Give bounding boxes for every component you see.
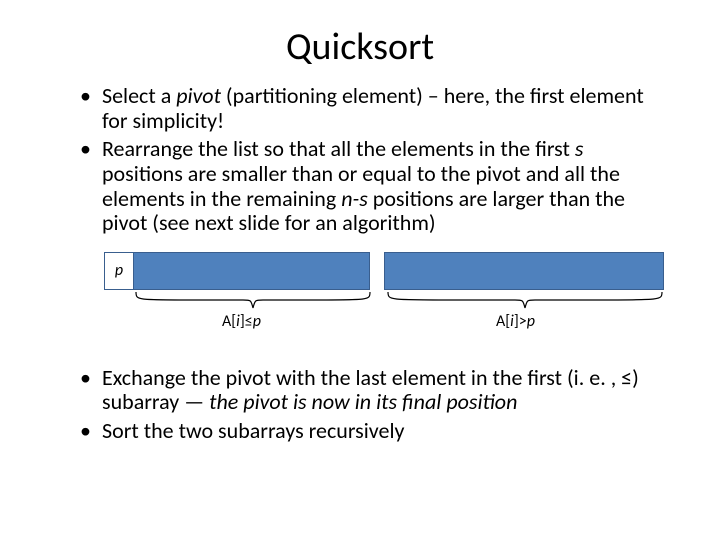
left-label-a: A[ [222, 312, 236, 331]
bullet-1: Select a pivot (partitioning element) – … [80, 84, 662, 133]
right-label-a: A[ [496, 312, 510, 331]
partition-diagram: p A[i]≤p A[i]>p [104, 252, 664, 348]
left-block [134, 252, 370, 290]
bullet-2-s: s [575, 135, 584, 162]
left-label-b: ]≤ [240, 312, 253, 331]
bullet-2-a: Rearrange the list so that all the eleme… [102, 135, 575, 162]
diagram-gap [370, 252, 384, 290]
right-label-p: p [527, 312, 535, 331]
bullet-3: Exchange the pivot with the last element… [80, 366, 662, 415]
bullet-1-pivot: pivot [176, 82, 221, 109]
bullet-list: Select a pivot (partitioning element) – … [48, 84, 672, 236]
bullet-1-pre: Select a [102, 82, 176, 109]
pivot-cell: p [104, 252, 134, 290]
bullet-4: Sort the two subarrays recursively [80, 419, 662, 444]
page-title: Quicksort [48, 24, 672, 70]
left-brace-label: A[i]≤p [222, 312, 261, 331]
left-label-p: p [253, 312, 261, 331]
slide: Quicksort Select a pivot (partitioning e… [0, 0, 720, 540]
diagram-row: p [104, 252, 664, 290]
right-block [384, 252, 664, 290]
right-label-b: ]> [514, 312, 527, 331]
bullet-3-b: the pivot is now in its final position [209, 388, 517, 415]
left-brace [134, 290, 372, 312]
right-brace-label: A[i]>p [496, 312, 535, 331]
bullet-list-2: Exchange the pivot with the last element… [48, 366, 672, 444]
right-brace [386, 290, 664, 312]
bullet-2-ns: n-s [341, 185, 368, 212]
bullet-2: Rearrange the list so that all the eleme… [80, 137, 662, 236]
